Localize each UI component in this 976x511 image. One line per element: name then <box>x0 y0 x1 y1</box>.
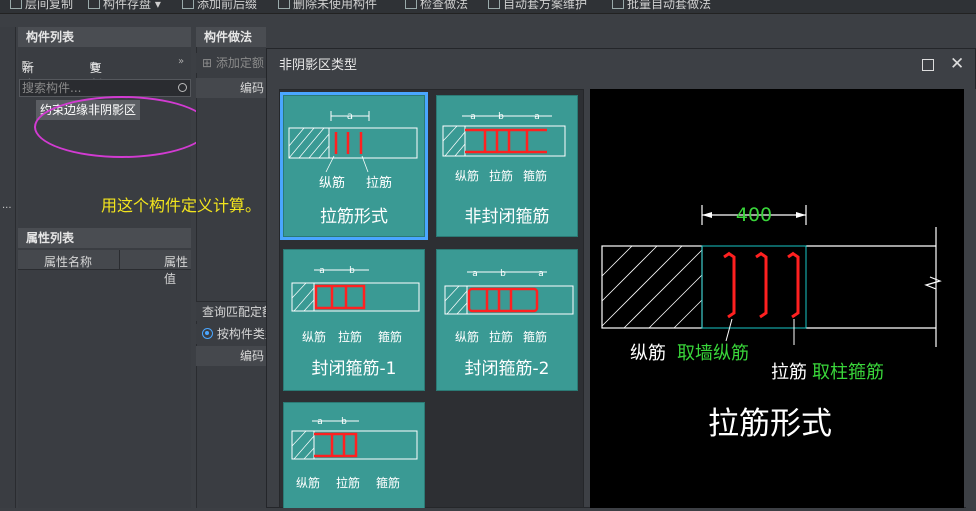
query-match-tab[interactable]: 查询匹配定额 <box>196 301 266 321</box>
dim-label: b <box>341 417 347 427</box>
card-caption: 封闭箍筋-2 <box>464 359 550 379</box>
type-card-tie-bar[interactable]: a 纵筋 拉筋 拉筋形式 <box>280 92 428 240</box>
label-lajin: 拉筋 <box>366 175 392 191</box>
dim-label: a <box>317 417 323 427</box>
preview-dim-value: 400 <box>736 204 772 226</box>
type-preview: 400 纵筋 取墙纵筋 拉筋 取柱箍筋 拉筋形式 <box>590 89 964 508</box>
label-lajin: 拉筋 <box>489 329 513 344</box>
type-card-5[interactable]: a b 纵筋 拉筋 箍筋 <box>283 402 425 508</box>
preview-caption: 拉筋形式 <box>708 406 832 442</box>
add-quota-button[interactable]: ⊞ 添加定额 <box>196 53 266 73</box>
dim-label: a <box>470 112 476 122</box>
type-card-closed-stirrup-1[interactable]: a b 纵筋 拉筋 箍筋 封闭箍筋-1 <box>283 249 425 391</box>
card-5-thumbnail: a b 纵筋 拉筋 箍筋 <box>291 417 418 490</box>
dim-label: a <box>347 111 353 122</box>
dim-label: b <box>349 266 355 276</box>
method-code-header: 编码 <box>196 78 266 98</box>
scheme-icon <box>488 0 500 9</box>
label-gujin: 箍筋 <box>523 329 547 344</box>
toolbar-floor-copy-button[interactable]: 层间复制 <box>10 0 73 13</box>
dim-label: b <box>500 269 506 279</box>
col-property-value: 属性值 <box>164 255 189 286</box>
label-lajin: 拉筋 <box>338 329 362 344</box>
left-dock-strip: ··· <box>0 27 16 508</box>
label-lajin: 拉筋 <box>336 475 360 490</box>
dim-label: a <box>472 269 478 279</box>
check-icon <box>405 0 417 9</box>
label-zongjin: 纵筋 <box>296 475 320 490</box>
card-caption: 封闭箍筋-1 <box>311 359 397 379</box>
by-type-radio[interactable]: 按构件类型 <box>196 324 266 344</box>
type-card-open-stirrup[interactable]: a b a 纵筋 拉筋 箍筋 非封闭箍筋 <box>436 95 578 237</box>
label-zongjin: 纵筋 <box>455 329 479 344</box>
close-icon[interactable]: ✕ <box>950 56 964 73</box>
dim-label: a <box>538 269 544 279</box>
label-zongjin: 纵筋 <box>455 168 479 183</box>
dim-label: b <box>498 112 504 122</box>
component-search-input[interactable]: 搜索构件... <box>19 79 191 97</box>
method-panel-title: 构件做法 <box>196 27 266 47</box>
annotation-note: 用这个构件定义计算。 <box>101 196 262 215</box>
method-panel <box>196 27 266 508</box>
toolbar-delete-unused-button[interactable]: 删除未使用构件 <box>278 0 377 13</box>
preview-scrollbar[interactable] <box>966 89 976 508</box>
property-table-header: 属性名称 属性值 <box>18 250 191 286</box>
type-card-closed-stirrup-2[interactable]: a b a 纵筋 拉筋 箍筋 封闭箍筋-2 <box>436 249 578 391</box>
dim-label: a <box>534 112 540 122</box>
batch-icon <box>612 0 624 9</box>
copy-icon <box>10 0 22 9</box>
query-code-header: 编码 <box>196 346 266 366</box>
dim-label: a <box>319 266 325 276</box>
dialog-title: 非阴影区类型 <box>267 49 975 83</box>
callout-ellipse <box>34 96 210 158</box>
toolbar-batch-auto-button[interactable]: 批量自动套做法 <box>612 0 711 13</box>
property-list-title: 属性列表 <box>18 228 191 248</box>
card-caption: 非封闭箍筋 <box>464 207 550 227</box>
label-lajin: 拉筋 <box>489 168 513 183</box>
label-zongjin: 纵筋 <box>302 329 326 344</box>
card-caption: 拉筋形式 <box>320 207 388 227</box>
col-property-name: 属性名称 <box>44 255 93 269</box>
more-icon[interactable]: ··· <box>2 203 12 214</box>
component-list-toolbar: ⎘ 新建 ▾ ⧉ 复制 » <box>22 56 185 92</box>
toolbar-add-affix-button[interactable]: 添加前后缀 <box>182 0 257 13</box>
radio-icon <box>202 328 213 339</box>
toolbar-save-component-button[interactable]: 构件存盘 ▾ <box>88 0 161 13</box>
preview-rule-lajin: 取柱箍筋 <box>812 362 884 383</box>
preview-label-lajin: 拉筋 <box>771 362 807 383</box>
search-icon <box>178 83 187 92</box>
top-toolbar: 层间复制 构件存盘 ▾ 添加前后缀 删除未使用构件 检查做法 自动套方案维护 批… <box>0 0 976 14</box>
preview-drawing: 400 纵筋 取墙纵筋 拉筋 取柱箍筋 拉筋形式 <box>601 204 942 442</box>
preview-rule-zongjin: 取墙纵筋 <box>677 343 749 364</box>
label-gujin: 箍筋 <box>376 475 400 490</box>
label-zongjin: 纵筋 <box>319 175 345 191</box>
component-list-title: 构件列表 <box>18 27 191 47</box>
add-icon: ⊞ <box>202 56 213 70</box>
label-gujin: 箍筋 <box>523 168 547 183</box>
maximize-icon[interactable] <box>922 59 934 71</box>
delete-icon <box>278 0 290 9</box>
affix-icon <box>182 0 194 9</box>
save-icon <box>88 0 100 9</box>
preview-label-zongjin: 纵筋 <box>630 343 666 364</box>
toolbar-auto-scheme-button[interactable]: 自动套方案维护 <box>488 0 587 13</box>
expand-icon[interactable]: » <box>178 56 184 67</box>
label-gujin: 箍筋 <box>378 329 402 344</box>
toolbar-check-method-button[interactable]: 检查做法 <box>405 0 468 13</box>
